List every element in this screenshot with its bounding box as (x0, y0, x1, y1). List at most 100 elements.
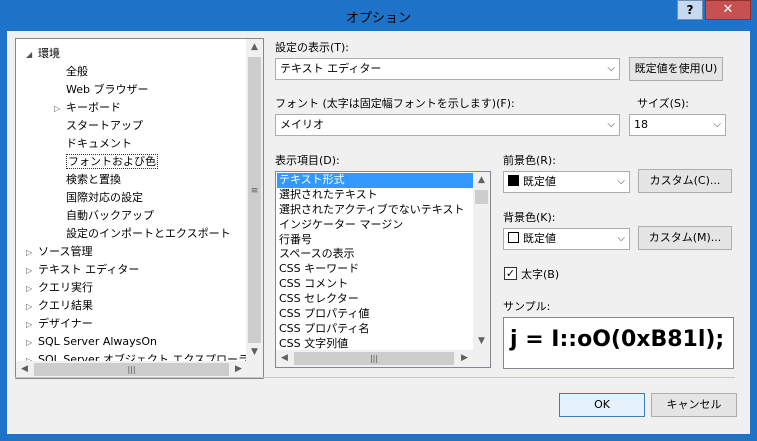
scroll-down-icon[interactable]: ▼ (246, 344, 263, 361)
tree-item[interactable]: ドキュメント (54, 135, 132, 152)
tree-horizontal-scrollbar[interactable]: ◀ ||| ▶ (16, 361, 247, 378)
grip-icon: ≡ (250, 186, 259, 196)
tree-item[interactable]: ▷ クエリ結果 (26, 297, 93, 314)
chevron-down-icon: ⌵ (617, 233, 625, 244)
separator-line (15, 377, 735, 378)
scroll-left-icon[interactable]: ◀ (16, 361, 33, 378)
tree-vertical-scrollbar[interactable]: ▲ ≡ ▼ (246, 39, 263, 361)
tree-item[interactable]: ▷ テキスト エディター (26, 261, 139, 278)
tree-scroll-thumb[interactable] (248, 57, 261, 343)
help-button[interactable]: ? (677, 0, 703, 20)
expand-arrow-icon[interactable]: ▷ (26, 262, 38, 279)
tree-item[interactable]: ▷ クエリ実行 (26, 279, 93, 296)
list-item[interactable]: CSS コメント (277, 277, 473, 292)
foreground-select[interactable]: 既定値 ⌵ (503, 171, 630, 193)
display-items-rows: テキスト形式 選択されたテキスト 選択されたアクティブでないテキスト インジケーター … (277, 173, 473, 351)
size-select[interactable]: 18 ⌵ (629, 114, 726, 136)
list-item[interactable]: 選択されたテキスト (277, 188, 473, 203)
list-item[interactable]: CSS プロパティ名 (277, 322, 473, 337)
sample-label: サンプル: (503, 300, 551, 313)
list-item[interactable]: CSS セレクター (277, 292, 473, 307)
scroll-right-icon[interactable]: ▶ (456, 350, 473, 367)
tree-item-label: 環境 (38, 47, 60, 60)
items-scroll-thumb[interactable] (475, 190, 488, 204)
foreground-label: 前景色(R): (503, 154, 556, 167)
expand-arrow-icon[interactable]: ▷ (26, 298, 38, 315)
expand-arrow-icon[interactable]: ▷ (26, 244, 38, 261)
font-select[interactable]: メイリオ ⌵ (275, 114, 620, 136)
background-custom-button[interactable]: カスタム(M)... (638, 226, 732, 250)
bold-checkbox[interactable]: ✓ (504, 267, 517, 280)
expand-arrow-icon[interactable]: ▷ (26, 280, 38, 297)
items-vertical-scrollbar[interactable]: ▲ ▼ (473, 172, 490, 350)
tree-item-label: テキスト エディター (38, 263, 140, 276)
tree-item[interactable]: Web ブラウザー (54, 81, 148, 98)
dialog-title: オプション (345, 11, 411, 26)
list-item[interactable]: CSS 文字列値 (277, 337, 473, 351)
tree-item-label: 国際対応の設定 (66, 191, 143, 204)
tree-item[interactable]: フォントおよび色 (54, 153, 158, 170)
tree-item-label: デザイナー (38, 317, 93, 330)
tree-item[interactable]: スタートアップ (54, 117, 143, 134)
expand-arrow-icon[interactable]: ▷ (26, 334, 38, 351)
scroll-up-icon[interactable]: ▲ (246, 39, 263, 56)
scroll-left-icon[interactable]: ◀ (276, 350, 293, 367)
tree-item[interactable]: ▷ SQL Server AlwaysOn (26, 333, 157, 350)
bold-label[interactable]: 太字(B) (521, 266, 559, 282)
tree-item-label: SQL Server オブジェクト エクスプローラー (38, 353, 247, 361)
expanded-arrow-icon[interactable]: ◢ (26, 46, 38, 63)
list-item[interactable]: インジケーター マージン (277, 218, 473, 233)
tree-item[interactable]: ▷ デザイナー (26, 315, 93, 332)
scroll-down-icon[interactable]: ▼ (473, 333, 490, 350)
tree-item-label: ドキュメント (66, 137, 132, 150)
scroll-right-icon[interactable]: ▶ (230, 361, 247, 378)
sample-preview: j = I::oO(0xB81l); (503, 317, 734, 369)
tree-item[interactable]: 検索と置換 (54, 171, 121, 188)
tree-item[interactable]: 設定のインポートとエクスポート (54, 225, 231, 242)
close-button[interactable]: ✕ (705, 0, 751, 20)
tree-item[interactable]: 全般 (54, 63, 88, 80)
tree-item-label: クエリ結果 (38, 299, 93, 312)
use-defaults-button[interactable]: 既定値を使用(U) (629, 57, 723, 81)
items-horizontal-scrollbar[interactable]: ◀ ||| ▶ (276, 350, 473, 367)
scroll-corner (246, 361, 263, 378)
items-hscroll-thumb[interactable]: ||| (294, 352, 454, 365)
list-item[interactable]: 選択されたアクティブでないテキスト (277, 203, 473, 218)
tree-item[interactable]: ▷ ソース管理 (26, 243, 92, 260)
expand-arrow-icon[interactable]: ▷ (54, 100, 66, 117)
tree-item[interactable]: ▷ キーボード (54, 99, 121, 116)
display-select[interactable]: テキスト エディター ⌵ (275, 58, 620, 80)
background-select[interactable]: 既定値 ⌵ (503, 228, 630, 250)
ok-button[interactable]: OK (559, 393, 645, 417)
tree-item[interactable]: ◢ 環境 (26, 45, 60, 62)
list-item[interactable]: CSS キーワード (277, 262, 473, 277)
tree-item[interactable]: ▷ SQL Server オブジェクト エクスプローラー (26, 351, 247, 361)
tree-item-label: 全般 (66, 65, 88, 78)
list-item[interactable]: CSS プロパティ値 (277, 307, 473, 322)
options-dialog: オプション ? ✕ ◢ 環境 全般 Web ブラウザー ▷ キーボード スタートアップ ドキュ… (0, 0, 757, 441)
tree-item-label: ソース管理 (38, 245, 93, 258)
list-item[interactable]: スペースの表示 (277, 247, 473, 262)
options-tree[interactable]: ◢ 環境 全般 Web ブラウザー ▷ キーボード スタートアップ ドキュメント フォントおよび… (15, 38, 264, 379)
tree-item[interactable]: 自動バックアップ (54, 207, 154, 224)
foreground-custom-button[interactable]: カスタム(C)... (638, 169, 732, 193)
size-label: サイズ(S): (637, 97, 689, 110)
display-items-list[interactable]: テキスト形式 選択されたテキスト 選択されたアクティブでないテキスト インジケーター … (275, 171, 491, 368)
expand-arrow-icon[interactable]: ▷ (26, 316, 38, 333)
font-select-value: メイリオ (280, 118, 324, 131)
tree-item-label: キーボード (66, 101, 121, 114)
white-swatch-icon (508, 232, 519, 243)
tree-item-label: フォントおよび色 (66, 154, 158, 169)
expand-arrow-icon[interactable]: ▷ (26, 352, 38, 361)
title-bar[interactable]: オプション ? ✕ (0, 0, 757, 31)
list-item[interactable]: 行番号 (277, 233, 473, 248)
list-item[interactable]: テキスト形式 (277, 173, 473, 188)
scroll-up-icon[interactable]: ▲ (473, 172, 490, 189)
chevron-down-icon: ⌵ (607, 63, 615, 74)
scroll-corner (473, 350, 490, 367)
font-label: フォント (太字は固定幅フォントを示します)(F): (275, 97, 515, 110)
tree-item[interactable]: 国際対応の設定 (54, 189, 143, 206)
cancel-button[interactable]: キャンセル (651, 393, 737, 417)
tree-hscroll-thumb[interactable]: ||| (34, 363, 229, 376)
chevron-down-icon: ⌵ (617, 176, 625, 187)
